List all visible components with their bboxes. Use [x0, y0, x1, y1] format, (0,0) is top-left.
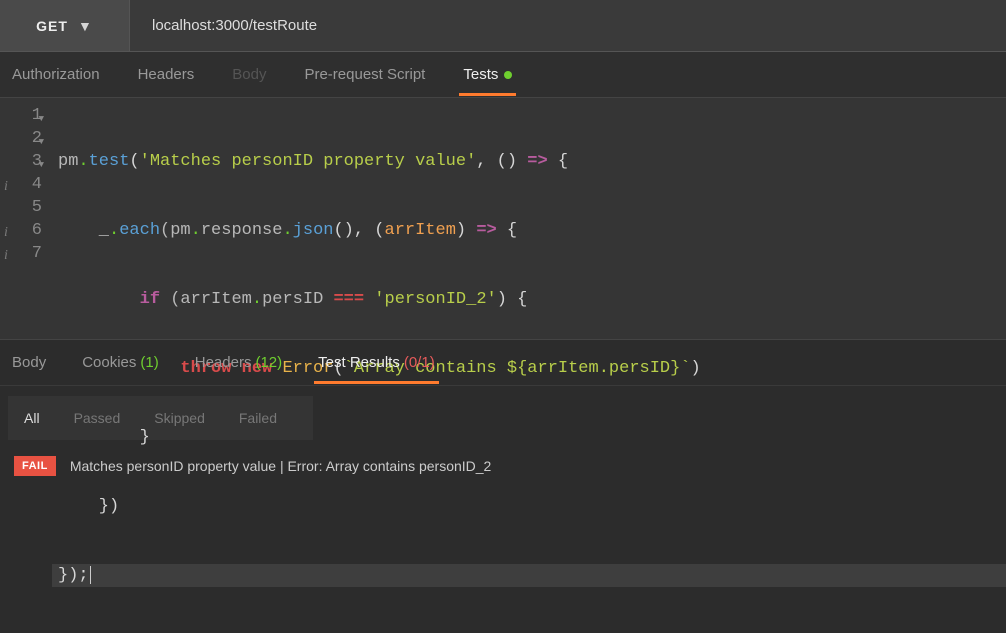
request-url-input[interactable] [130, 0, 1006, 51]
line-number: 5 [32, 198, 42, 217]
line-gutter: 1▼ 2▼ 3▼ i4 5 i6 i7 [0, 98, 52, 339]
code-area[interactable]: pm.test('Matches personID property value… [52, 98, 1006, 339]
filter-skipped[interactable]: Skipped [154, 410, 205, 426]
tab-prerequest[interactable]: Pre-request Script [304, 54, 425, 95]
resp-tab-cookies-label: Cookies [82, 354, 136, 371]
tab-authorization[interactable]: Authorization [12, 54, 100, 95]
resp-tab-cookies[interactable]: Cookies(1) [82, 342, 159, 383]
line-number: 6 [32, 221, 42, 240]
resp-tab-headers-label: Headers [195, 354, 252, 371]
filter-failed[interactable]: Failed [239, 410, 277, 426]
filter-all[interactable]: All [24, 410, 40, 426]
tab-tests[interactable]: Tests [463, 54, 512, 95]
line-number: 4 [32, 175, 42, 194]
headers-count: (12) [255, 354, 282, 371]
http-method-label: GET [36, 18, 68, 34]
tab-body[interactable]: Body [232, 54, 266, 95]
resp-tab-test-results-label: Test Results [318, 354, 400, 371]
test-results-count: (0/1) [404, 354, 435, 371]
resp-tab-body[interactable]: Body [12, 342, 46, 383]
resp-tab-test-results[interactable]: Test Results(0/1) [318, 342, 435, 383]
tab-tests-label: Tests [463, 66, 498, 83]
filter-passed[interactable]: Passed [74, 410, 121, 426]
status-dot-icon [504, 71, 512, 79]
http-method-select[interactable]: GET ▼ [0, 0, 130, 51]
info-icon[interactable]: i [4, 175, 8, 198]
chevron-down-icon: ▼ [78, 18, 93, 34]
info-icon[interactable]: i [4, 244, 8, 267]
test-script-editor[interactable]: 1▼ 2▼ 3▼ i4 5 i6 i7 pm.test('Matches per… [0, 98, 1006, 340]
test-result-text: Matches personID property value | Error:… [70, 458, 492, 474]
tab-headers[interactable]: Headers [138, 54, 195, 95]
cookies-count: (1) [140, 354, 158, 371]
resp-tab-headers[interactable]: Headers(12) [195, 342, 282, 383]
line-number: 7 [32, 244, 42, 263]
request-tabs: Authorization Headers Body Pre-request S… [0, 52, 1006, 98]
info-icon[interactable]: i [4, 221, 8, 244]
request-bar: GET ▼ [0, 0, 1006, 52]
text-cursor [90, 566, 91, 584]
fail-badge: FAIL [14, 456, 56, 476]
